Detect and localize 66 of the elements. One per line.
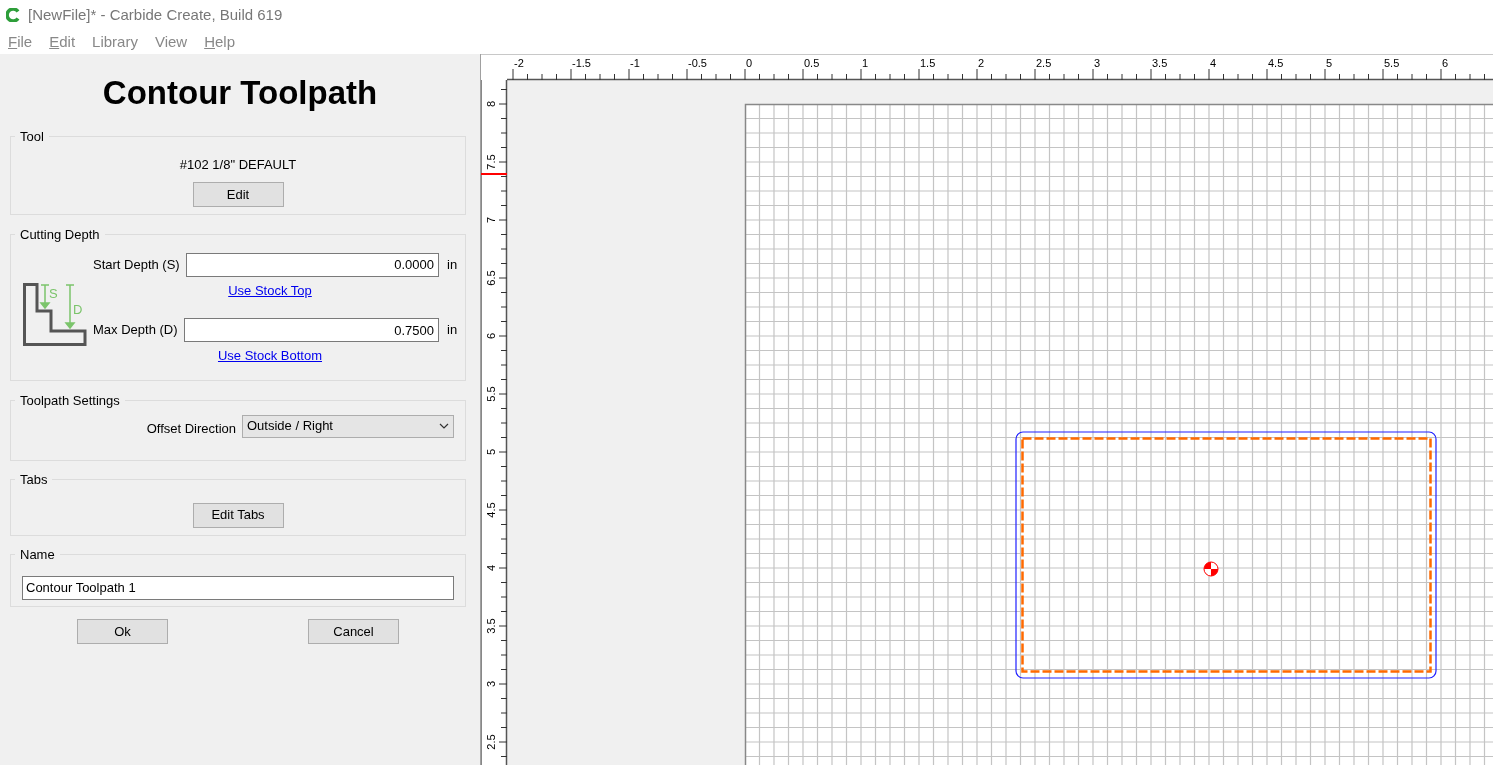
edit-tabs-button[interactable]: Edit Tabs xyxy=(192,502,284,528)
ruler-label: 4 xyxy=(485,564,497,572)
ruler-label: 4 xyxy=(1210,57,1217,69)
depth-field[interactable]: 0.0000 xyxy=(185,252,439,277)
field-label: Offset Direction xyxy=(146,419,236,438)
cancel-button[interactable]: Cancel xyxy=(308,619,399,644)
depth-arrow-icon xyxy=(64,283,76,329)
ruler-label: 5 xyxy=(485,448,497,456)
tool-name: #102 1/8" DEFAULT xyxy=(179,155,297,174)
ruler-label: -0.5 xyxy=(688,57,707,69)
ruler-label: 2 xyxy=(978,57,985,69)
menu-item[interactable]: Edit xyxy=(49,30,76,54)
ruler-label: 3 xyxy=(485,680,497,688)
diagram-label: D xyxy=(73,301,83,317)
center-marker-icon xyxy=(1203,561,1219,577)
unit-label: in xyxy=(447,255,459,274)
ruler-label: -1.5 xyxy=(572,57,591,69)
app-logo-icon xyxy=(6,8,20,22)
ok-button[interactable]: Ok xyxy=(77,619,168,644)
ruler-label: 5 xyxy=(1326,57,1333,69)
depth-field[interactable]: 0.7500 xyxy=(183,318,439,342)
ruler-label: -1 xyxy=(630,57,640,69)
group-heading: Cutting Depth xyxy=(19,226,101,244)
ruler-label: 3 xyxy=(1094,57,1101,69)
ruler-label: 5.5 xyxy=(485,386,497,402)
ruler-label: 6 xyxy=(485,332,497,340)
field-label: Max Depth (D) xyxy=(93,321,178,340)
name-field[interactable]: Contour Toolpath 1 xyxy=(22,575,454,600)
menu-item[interactable]: Help xyxy=(204,30,236,54)
offset-direction-dropdown[interactable]: Outside / Right xyxy=(242,414,454,438)
ruler-label: 6 xyxy=(1442,57,1449,69)
ruler-label: 7 xyxy=(485,216,497,224)
field-label: Start Depth (S) xyxy=(93,255,180,274)
menu-item[interactable]: View xyxy=(154,30,188,54)
ruler-label: 6.5 xyxy=(485,270,497,286)
diagram-label: S xyxy=(49,285,58,301)
ruler-label: 5.5 xyxy=(1384,57,1400,69)
ruler-label: 7.5 xyxy=(485,154,497,170)
depth-arrow-icon xyxy=(39,283,51,309)
ruler-label: 2.5 xyxy=(1036,57,1052,69)
unit-label: in xyxy=(447,321,459,340)
menu-item[interactable]: Library xyxy=(92,30,138,54)
ruler-label: 4.5 xyxy=(1268,57,1284,69)
ruler-label: 8 xyxy=(485,100,497,108)
group-heading: Name xyxy=(19,546,56,564)
group-heading: Tabs xyxy=(19,471,49,489)
ruler-label: 0 xyxy=(746,57,753,69)
ruler-label: 4.5 xyxy=(485,502,497,518)
window-title: [NewFile]* - Carbide Create, Build 619 xyxy=(28,4,283,25)
group-heading: Tool xyxy=(19,128,45,146)
cursor-position-marker xyxy=(481,173,508,175)
chevron-down-icon xyxy=(439,423,449,429)
ruler-label: 2.5 xyxy=(485,734,497,750)
panel-title: Contour Toolpath xyxy=(101,73,379,113)
edit-button[interactable]: Edit xyxy=(192,182,284,207)
ruler-label: 3.5 xyxy=(485,618,497,634)
link[interactable]: Use Stock Bottom xyxy=(217,346,322,366)
ruler-label: 0.5 xyxy=(804,57,820,69)
ruler-label: -2 xyxy=(514,57,524,69)
step-profile-drawing xyxy=(23,282,87,346)
group-heading: Toolpath Settings xyxy=(19,392,121,410)
menu-item[interactable]: File xyxy=(8,30,33,54)
ruler-label: 1 xyxy=(862,57,869,69)
link[interactable]: Use Stock Top xyxy=(228,280,312,300)
ruler-label: 1.5 xyxy=(920,57,936,69)
ruler-label: 3.5 xyxy=(1152,57,1168,69)
